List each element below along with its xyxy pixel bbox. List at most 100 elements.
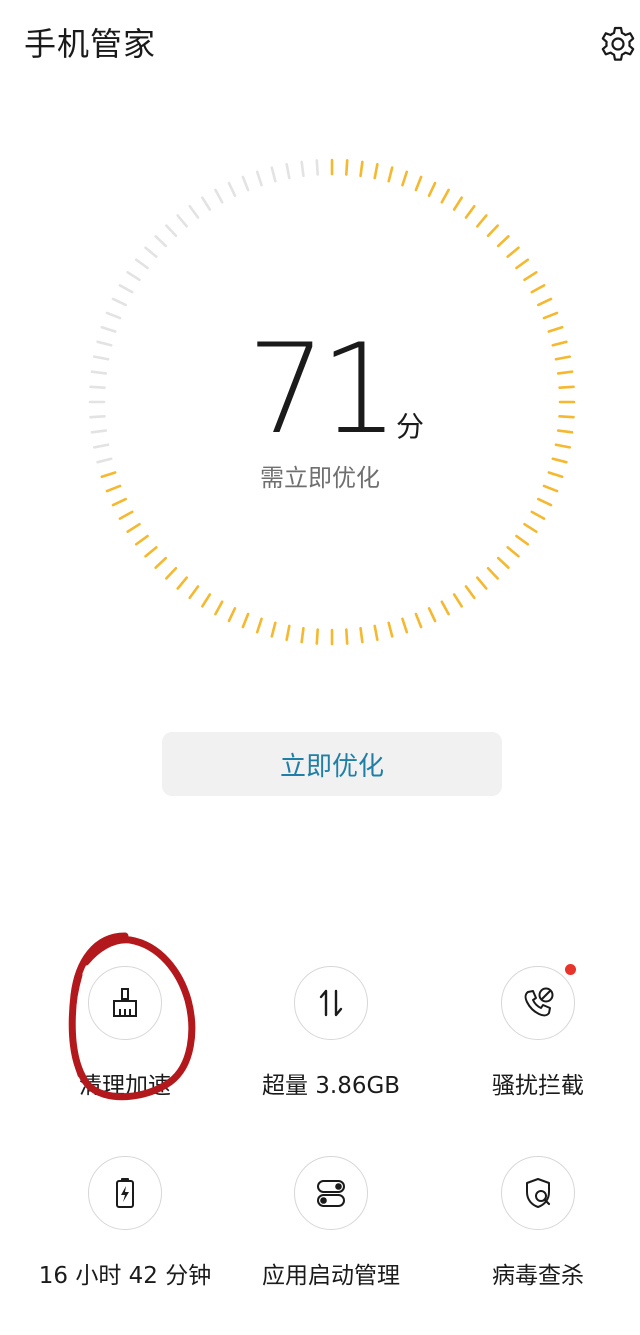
gauge-tick [452,593,463,608]
gauge-tick [227,181,237,197]
gauge-tick [359,626,364,644]
gauge-tick [134,258,149,270]
tool-battery[interactable]: 16 小时 42 分钟 [25,1156,225,1290]
gauge-tick [537,497,553,507]
gauge-tick [359,160,364,178]
gauge-tick [345,159,349,176]
gauge-tick [387,166,394,183]
gauge-tick [523,522,538,533]
gauge-tick [373,162,379,180]
gauge-tick [542,311,559,320]
gauge-tick [530,284,546,294]
gauge-tick [345,628,349,645]
gauge-tick [176,576,188,590]
gauge-tick [214,600,224,616]
battery-icon [116,1178,134,1208]
gear-icon [601,26,635,61]
gauge-tick [387,621,394,638]
gauge-tick [427,607,437,623]
gauge-tick [506,246,520,258]
tool-label: 应用启动管理 [262,1263,400,1289]
gauge-tick [414,175,423,192]
gauge-tick [285,624,291,642]
gauge-tick [486,224,499,238]
score-value: 71 [247,318,399,462]
gauge-tick [506,546,520,558]
tool-label: 骚扰拦截 [492,1073,584,1099]
tool-data-usage[interactable]: 超量 3.86GB [231,966,431,1100]
shield-search-icon [526,1178,551,1208]
gauge-tick [414,612,423,629]
gauge-tick [105,311,122,320]
gauge-tick [315,159,319,176]
gauge-tick [496,235,510,248]
gauge-tick [227,607,237,623]
gauge-tick [188,204,200,219]
gauge-tick [154,556,168,569]
gauge-tick [255,170,263,187]
gauge-tick [144,246,158,258]
gauge-tick [300,626,305,644]
battery-button[interactable] [88,1156,162,1230]
data-transfer-icon [319,989,343,1017]
gauge-tick [118,510,134,520]
tool-label: 病毒查杀 [492,1263,584,1289]
gauge-tick [111,297,127,307]
optimize-button[interactable]: 立即优化 [162,732,502,796]
gauge-tick [523,271,538,282]
gauge-tick [496,556,510,569]
virus-scan-button[interactable] [501,1156,575,1230]
gauge-tick [118,284,134,294]
gauge-tick [515,534,530,546]
notification-badge [565,964,576,975]
gauge-tick [315,628,319,645]
harassment-block-button[interactable] [501,966,575,1040]
tool-cleanup[interactable]: 清理加速 [25,966,225,1100]
phone-block-icon [524,987,554,1017]
gauge-tick [440,188,450,204]
gauge-tick [188,585,200,600]
gauge-tick [270,621,277,638]
gauge-tick [440,600,450,616]
gauge-tick [530,510,546,520]
score-display: 71 [0,325,640,455]
broom-icon [113,988,137,1017]
gauge-tick [486,566,499,580]
tool-label: 清理加速 [79,1073,171,1099]
gauge-tick [537,297,553,307]
gauge-tick [111,497,127,507]
cleanup-button[interactable] [88,966,162,1040]
gauge-tick [464,204,476,219]
gauge-tick [464,585,476,600]
gauge-tick [214,188,224,204]
gauge-tick [241,612,250,629]
page-title: 手机管家 [24,25,157,63]
data-usage-button[interactable] [294,966,368,1040]
gauge-tick [270,166,277,183]
gauge-tick [373,624,379,642]
app-launch-button[interactable] [294,1156,368,1230]
tool-harassment-block[interactable]: 骚扰拦截 [438,966,638,1100]
gauge-tick [154,235,168,248]
gauge-tick [165,224,178,238]
gauge-tick [134,534,149,546]
score-unit: 分 [396,410,425,443]
gauge-tick [201,593,212,608]
tool-virus-scan[interactable]: 病毒查杀 [438,1156,638,1290]
gauge-tick [401,617,409,634]
gauge-tick [255,617,263,634]
gauge-tick [452,196,463,211]
gauge-tick [476,214,488,228]
gauge-tick [427,181,437,197]
gauge-tick [201,196,212,211]
tool-label: 16 小时 42 分钟 [38,1263,212,1289]
gauge-tick [515,258,530,270]
gauge-tick [126,522,141,533]
tool-label: 超量 3.86GB [261,1073,401,1099]
gauge-tick [126,271,141,282]
gauge-tick [285,162,291,180]
gauge-tick [176,214,188,228]
tool-app-launch[interactable]: 应用启动管理 [231,1156,431,1290]
gauge-tick [144,546,158,558]
settings-button[interactable] [596,22,640,66]
